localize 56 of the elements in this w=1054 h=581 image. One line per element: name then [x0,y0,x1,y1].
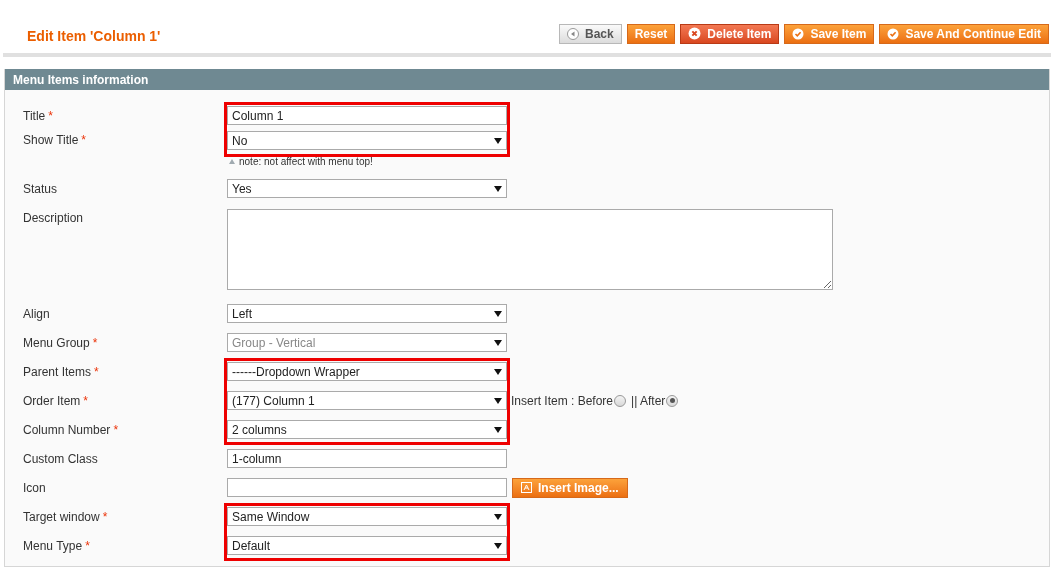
back-button[interactable]: Back [559,23,622,44]
radio-label: Insert Item : Before [511,392,614,410]
field-label: Menu Type [23,537,83,555]
description-field[interactable] [227,209,833,290]
select-field[interactable]: Same Window [227,507,507,526]
check-icon [887,27,900,40]
required-mark: * [83,392,89,410]
back-icon [567,27,579,40]
triangle-icon [229,159,235,164]
dropdown-arrow-icon [494,397,502,404]
section-header: Menu Items information [5,69,1049,90]
field-label: Show Title [23,132,79,149]
dropdown-arrow-icon [494,339,502,346]
required-mark: * [92,334,98,352]
dropdown-arrow-icon [494,426,502,433]
field-label: Custom Class [23,450,98,468]
dropdown-arrow-icon [494,368,502,375]
field-label: Order Item [23,392,81,410]
field-label: Menu Group [23,334,90,352]
text-field[interactable] [227,478,507,497]
field-label: Parent Items [23,363,92,381]
field-label: Icon [23,479,46,497]
dropdown-arrow-icon [494,137,502,144]
page-title: Edit Item 'Column 1' [27,27,161,46]
text-field[interactable]: 1-column [227,449,507,468]
radio-button[interactable] [666,394,679,407]
close-icon [688,27,702,40]
field-label: Align [23,305,50,323]
check-icon [792,27,805,40]
dropdown-arrow-icon [494,185,502,192]
field-label: Description [23,210,84,227]
select-field[interactable]: Default [227,536,507,555]
required-mark: * [94,363,99,381]
select-field[interactable]: (177) Column 1 [227,391,507,410]
radio-label: || After [631,392,666,410]
required-mark: * [113,421,119,439]
select-field[interactable]: ------Dropdown Wrapper [227,362,507,381]
text-field[interactable]: Column 1 [227,106,507,125]
select-field[interactable]: Left [227,304,507,323]
image-icon [521,482,532,493]
field-note: note: not affect with menu top! [239,155,373,169]
required-mark: * [81,132,87,149]
required-mark: * [48,107,53,125]
dropdown-arrow-icon [494,513,502,520]
select-field[interactable]: Yes [227,179,507,198]
required-mark: * [85,537,90,555]
field-label: Target window [23,508,100,526]
dropdown-arrow-icon [494,542,502,549]
radio-button[interactable] [614,394,627,407]
field-label: Column Number [23,421,111,439]
field-label: Status [23,180,58,198]
field-label: Title [23,107,46,125]
dropdown-arrow-icon [494,310,502,317]
select-field[interactable]: 2 columns [227,420,507,439]
required-mark: * [102,508,108,526]
select-field[interactable]: No [227,131,507,150]
